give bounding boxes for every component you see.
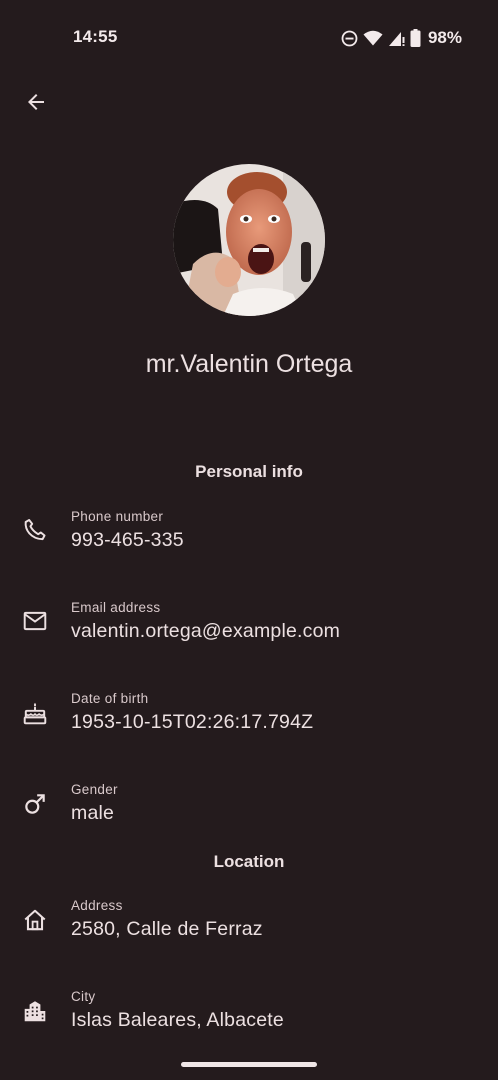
cake-icon: [21, 699, 49, 727]
phone-label: Phone number: [71, 509, 164, 524]
do-not-disturb-icon: [341, 30, 358, 47]
wifi-icon: [363, 30, 383, 46]
dob-label: Date of birth: [71, 691, 149, 706]
gender-label: Gender: [71, 782, 118, 797]
back-button[interactable]: [16, 84, 56, 124]
home-indicator[interactable]: [181, 1062, 317, 1067]
dob-value: 1953-10-15T02:26:17.794Z: [71, 711, 314, 733]
status-icons: 98%: [341, 27, 462, 49]
address-value: 2580, Calle de Ferraz: [71, 918, 263, 940]
city-icon: [21, 997, 49, 1025]
info-row-dob[interactable]: Date of birth 1953-10-15T02:26:17.794Z: [0, 691, 498, 751]
profile-name: mr.Valentin Ortega: [145, 350, 353, 378]
status-time: 14:55: [73, 27, 118, 46]
phone-icon: [21, 516, 49, 544]
info-row-phone[interactable]: Phone number 993-465-335: [0, 509, 498, 569]
status-bar: 14:55 98%: [0, 0, 498, 76]
avatar: [173, 164, 325, 316]
home-icon: [21, 906, 49, 934]
city-label: City: [71, 989, 96, 1004]
section-title-location: Location: [213, 852, 285, 871]
city-value: Islas Baleares, Albacete: [71, 1009, 284, 1031]
male-icon: [21, 790, 49, 818]
gender-value: male: [71, 802, 115, 824]
email-value: valentin.ortega@example.com: [71, 620, 341, 642]
address-label: Address: [71, 898, 123, 913]
info-row-email[interactable]: Email address valentin.ortega@example.co…: [0, 600, 498, 660]
info-row-city[interactable]: City Islas Baleares, Albacete: [0, 989, 498, 1049]
signal-icon: [388, 30, 405, 47]
mail-icon: [21, 607, 49, 635]
phone-value: 993-465-335: [71, 529, 184, 551]
battery-percent: 98%: [427, 28, 462, 47]
section-title-personal: Personal info: [195, 462, 303, 481]
email-label: Email address: [71, 600, 161, 615]
info-row-address[interactable]: Address 2580, Calle de Ferraz: [0, 898, 498, 958]
info-row-gender[interactable]: Gender male: [0, 782, 498, 842]
battery-icon: [410, 29, 421, 47]
arrow-back-icon: [24, 90, 48, 119]
